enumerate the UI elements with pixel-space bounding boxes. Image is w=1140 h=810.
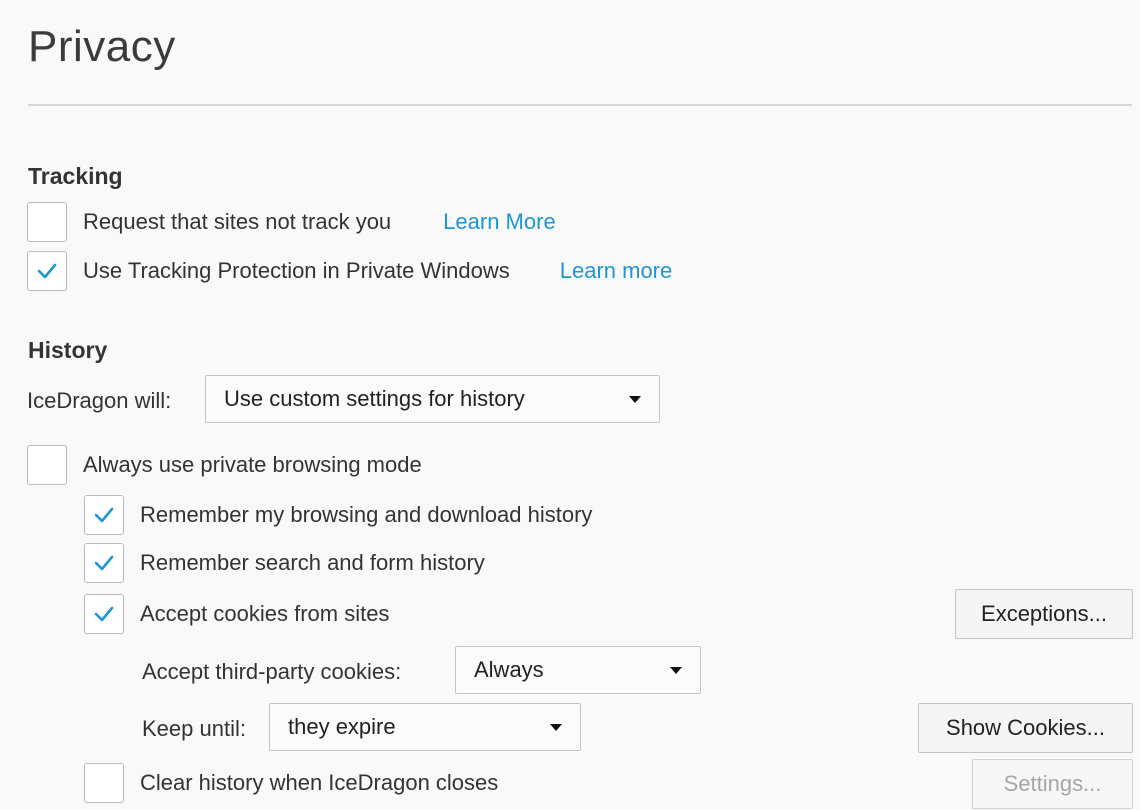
third-party-cookies-value: Always: [474, 657, 544, 682]
chevron-down-icon: [629, 396, 641, 403]
always-private-label[interactable]: Always use private browsing mode: [83, 452, 422, 478]
keep-until-label: Keep until:: [142, 716, 246, 741]
remember-search-checkbox[interactable]: [84, 543, 124, 583]
title-divider: [28, 104, 1132, 106]
checkmark-icon: [37, 263, 57, 279]
privacy-preferences-page: Privacy Tracking Request that sites not …: [0, 0, 1140, 810]
remember-search-row: Remember search and form history: [84, 543, 485, 583]
accept-cookies-checkbox[interactable]: [84, 594, 124, 634]
keep-until-value: they expire: [288, 714, 396, 739]
show-cookies-button[interactable]: Show Cookies...: [918, 703, 1133, 753]
tracking-protection-row: Use Tracking Protection in Private Windo…: [27, 251, 672, 291]
checkmark-icon: [94, 507, 114, 523]
clear-on-close-checkbox[interactable]: [84, 763, 124, 803]
history-mode-select[interactable]: Use custom settings for history: [205, 375, 660, 423]
remember-browsing-label[interactable]: Remember my browsing and download histor…: [140, 502, 592, 528]
tracking-heading: Tracking: [28, 163, 123, 189]
checkmark-icon: [94, 555, 114, 571]
checkmark-icon: [94, 606, 114, 622]
remember-browsing-row: Remember my browsing and download histor…: [84, 495, 592, 535]
do-not-track-learn-more-link[interactable]: Learn More: [443, 209, 556, 235]
history-heading: History: [28, 337, 108, 363]
always-private-row: Always use private browsing mode: [27, 445, 422, 485]
do-not-track-checkbox[interactable]: [27, 202, 67, 242]
third-party-cookies-label: Accept third-party cookies:: [142, 659, 402, 684]
keep-until-select[interactable]: they expire: [269, 703, 581, 751]
tracking-protection-label[interactable]: Use Tracking Protection in Private Windo…: [83, 258, 510, 284]
clear-on-close-row: Clear history when IceDragon closes: [84, 763, 498, 803]
accept-cookies-label[interactable]: Accept cookies from sites: [140, 601, 389, 627]
tracking-protection-learn-more-link[interactable]: Learn more: [560, 258, 673, 284]
tracking-protection-checkbox[interactable]: [27, 251, 67, 291]
clear-on-close-label[interactable]: Clear history when IceDragon closes: [140, 770, 498, 796]
do-not-track-label[interactable]: Request that sites not track you: [83, 209, 391, 235]
chevron-down-icon: [670, 667, 682, 674]
clear-history-settings-button[interactable]: Settings...: [972, 759, 1133, 809]
history-mode-label: IceDragon will:: [27, 388, 172, 413]
chevron-down-icon: [550, 724, 562, 731]
accept-cookies-row: Accept cookies from sites: [84, 594, 389, 634]
remember-browsing-checkbox[interactable]: [84, 495, 124, 535]
exceptions-button[interactable]: Exceptions...: [955, 589, 1133, 639]
remember-search-label[interactable]: Remember search and form history: [140, 550, 485, 576]
page-title: Privacy: [28, 22, 176, 71]
history-mode-value: Use custom settings for history: [224, 386, 525, 411]
third-party-cookies-select[interactable]: Always: [455, 646, 701, 694]
do-not-track-row: Request that sites not track you Learn M…: [27, 202, 556, 242]
always-private-checkbox[interactable]: [27, 445, 67, 485]
